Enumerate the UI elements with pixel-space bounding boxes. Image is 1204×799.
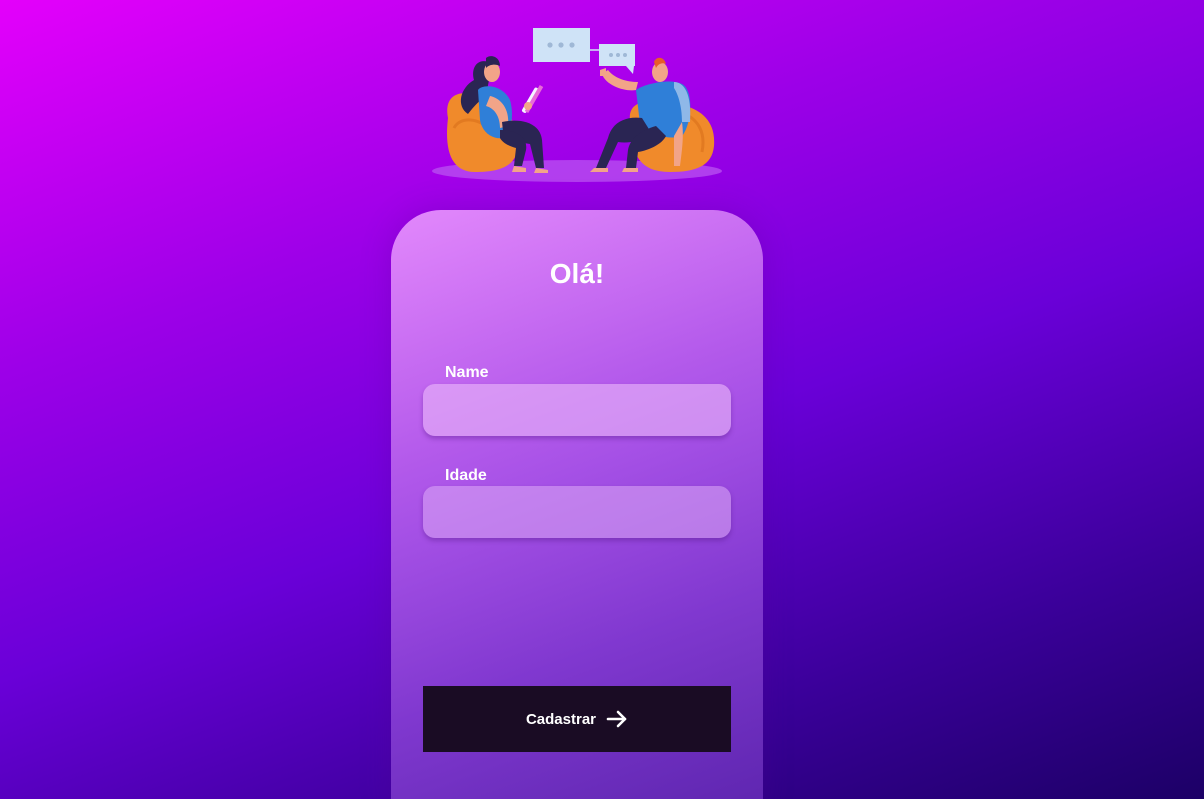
name-label: Name bbox=[445, 364, 489, 381]
name-input[interactable] bbox=[423, 384, 731, 436]
man-figure bbox=[590, 57, 715, 172]
idade-input[interactable] bbox=[423, 486, 731, 538]
idade-label: Idade bbox=[445, 467, 487, 484]
signup-card: Olá! Name Idade Cadastrar bbox=[391, 210, 763, 799]
arrow-right-icon bbox=[606, 710, 627, 728]
chat-bubble-icon bbox=[533, 28, 600, 62]
page-title: Olá! bbox=[549, 258, 605, 289]
cadastrar-button[interactable]: Cadastrar bbox=[423, 686, 731, 752]
conversation-illustration bbox=[432, 28, 722, 182]
woman-figure bbox=[447, 56, 548, 173]
cadastrar-button-label: Cadastrar bbox=[525, 710, 597, 728]
